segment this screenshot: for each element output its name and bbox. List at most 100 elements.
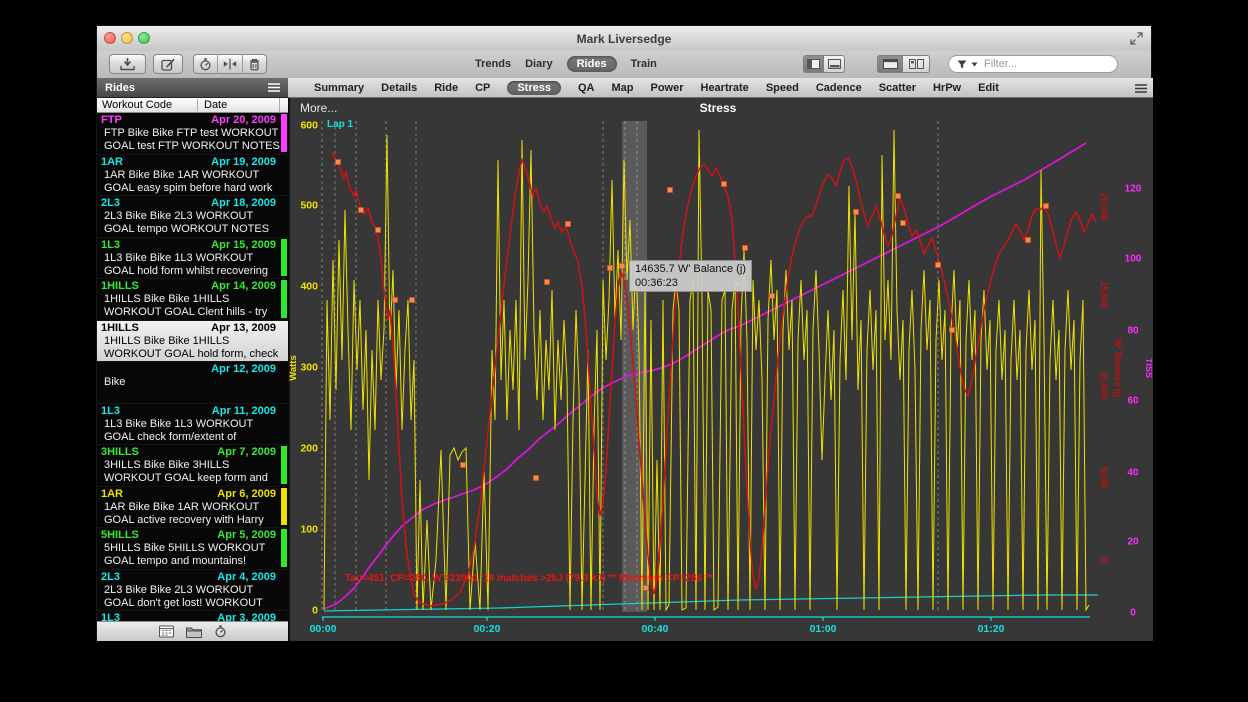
ride-workout-code: 5HILLS bbox=[101, 529, 139, 542]
chart-tab-summary[interactable]: Summary bbox=[314, 82, 364, 94]
fullscreen-icon[interactable] bbox=[1130, 32, 1143, 45]
ride-date: Apr 3, 2009 bbox=[217, 612, 276, 621]
column-workout-code[interactable]: Workout Code bbox=[97, 99, 197, 111]
ride-row[interactable]: FTP Apr 20, 2009FTP Bike Bike FTP test WO… bbox=[97, 113, 288, 155]
ride-row[interactable]: 1ARApr 6, 20091AR Bike Bike 1AR WORKOUT … bbox=[97, 487, 288, 529]
match-marker bbox=[545, 280, 550, 285]
ride-row[interactable]: 1L3Apr 15, 20091L3 Bike Bike 1L3 WORKOUT… bbox=[97, 238, 288, 280]
ride-row[interactable]: 5HILLSApr 5, 20095HILLS Bike 5HILLS WORK… bbox=[97, 528, 288, 570]
title-bar[interactable]: Mark Liversedge bbox=[97, 26, 1151, 51]
ride-workout-code: 1AR bbox=[101, 156, 123, 169]
single-chart-icon bbox=[883, 59, 898, 69]
ride-workout-code: FTP bbox=[101, 114, 122, 127]
chart-tab-edit[interactable]: Edit bbox=[978, 82, 999, 94]
match-marker bbox=[393, 298, 398, 303]
delete-ride-button[interactable] bbox=[243, 54, 266, 74]
match-marker bbox=[534, 476, 539, 481]
ride-description: 1AR Bike Bike 1AR WORKOUT GOAL easy spim… bbox=[101, 169, 280, 195]
tiled-view-button[interactable] bbox=[903, 55, 930, 73]
column-date[interactable]: Date bbox=[197, 99, 279, 111]
ride-description: FTP Bike Bike FTP test WORKOUT GOAL test… bbox=[101, 127, 280, 153]
match-marker bbox=[566, 222, 571, 227]
scope-tab-rides[interactable]: Rides bbox=[567, 56, 617, 72]
chart-tab-speed[interactable]: Speed bbox=[766, 82, 799, 94]
ride-row[interactable]: 1HILLSApr 14, 20091HILLS Bike Bike 1HILL… bbox=[97, 279, 288, 321]
tooltip-value: 14635.7 W' Balance (j) bbox=[635, 262, 746, 276]
wbal-tick-label: 10,000 bbox=[1099, 371, 1109, 399]
scope-tab-train[interactable]: Train bbox=[631, 58, 657, 70]
calendar-icon[interactable] bbox=[159, 625, 174, 638]
ride-row[interactable]: 2L3Apr 18, 20092L3 Bike Bike 2L3 WORKOUT… bbox=[97, 196, 288, 238]
tiss-tick-label: 100 bbox=[1125, 254, 1142, 265]
trash-icon bbox=[249, 58, 260, 71]
ride-date: Apr 13, 2009 bbox=[211, 322, 276, 335]
ride-row[interactable]: 2L3Apr 4, 20092L3 Bike Bike 2L3 WORKOUT … bbox=[97, 570, 288, 612]
chart-tab-qa[interactable]: QA bbox=[578, 82, 595, 94]
minimize-button[interactable] bbox=[121, 32, 133, 44]
ride-date: Apr 20, 2009 bbox=[211, 114, 276, 127]
toggle-lowbar-button[interactable] bbox=[824, 55, 845, 73]
ride-row[interactable]: 1L3Apr 11, 20091L3 Bike Bike 1L3 WORKOUT… bbox=[97, 404, 288, 446]
intervals-button[interactable] bbox=[194, 54, 218, 74]
tiled-charts-icon bbox=[909, 59, 924, 69]
stopwatch-small-icon[interactable] bbox=[214, 625, 227, 638]
scope-tab-diary[interactable]: Diary bbox=[525, 58, 553, 70]
match-marker bbox=[608, 266, 613, 271]
watts-tick-label: 500 bbox=[300, 200, 318, 212]
chart-menu-icon[interactable] bbox=[1135, 84, 1147, 93]
chart-tab-power[interactable]: Power bbox=[650, 82, 683, 94]
match-marker bbox=[376, 228, 381, 233]
chart-tab-hrpw[interactable]: HrPw bbox=[933, 82, 961, 94]
chart-tab-scatter[interactable]: Scatter bbox=[879, 82, 916, 94]
ride-date: Apr 14, 2009 bbox=[211, 280, 276, 293]
chart-tab-map[interactable]: Map bbox=[611, 82, 633, 94]
wbal-axis-title: W' Balance (j) bbox=[1113, 339, 1123, 398]
match-marker bbox=[770, 294, 775, 299]
chevron-down-icon[interactable] bbox=[971, 62, 978, 67]
ride-row[interactable]: Apr 12, 2009Bike bbox=[97, 362, 288, 404]
chart-tab-stress[interactable]: Stress bbox=[507, 81, 561, 95]
folder-icon[interactable] bbox=[186, 626, 202, 638]
selection-band bbox=[622, 121, 647, 612]
match-marker bbox=[410, 298, 415, 303]
ride-date: Apr 4, 2009 bbox=[217, 571, 276, 584]
ride-list-column-header[interactable]: Workout Code Date bbox=[97, 98, 288, 113]
ride-row[interactable]: 1AR Apr 19, 20091AR Bike Bike 1AR WORKOUT… bbox=[97, 155, 288, 197]
chart-tab-cadence[interactable]: Cadence bbox=[816, 82, 862, 94]
ride-description: 1L3 Bike Bike 1L3 WORKOUT GOAL check for… bbox=[101, 418, 280, 444]
chart-title: Stress bbox=[288, 101, 1148, 115]
chart-tab-details[interactable]: Details bbox=[381, 82, 417, 94]
toggle-sidebar-button[interactable] bbox=[803, 55, 824, 73]
chart-tooltip: 14635.7 W' Balance (j) 00:36:23 bbox=[629, 260, 752, 292]
x-axis-tick-label: 00:20 bbox=[474, 623, 501, 635]
zoom-button[interactable] bbox=[138, 32, 150, 44]
filter-input[interactable] bbox=[982, 57, 1096, 71]
stress-plot[interactable]: 00:0000:2000:4001:0001:20600500400300200… bbox=[287, 97, 1152, 641]
ride-row[interactable]: 1HILLSApr 13, 20091HILLS Bike Bike 1HILL… bbox=[97, 321, 288, 363]
sidebar-title: Rides bbox=[105, 82, 135, 94]
split-ride-button[interactable] bbox=[218, 54, 242, 74]
chart-tab-heartrate[interactable]: Heartrate bbox=[701, 82, 749, 94]
ride-date: Apr 19, 2009 bbox=[211, 156, 276, 169]
ride-row[interactable]: 3HILLSApr 7, 20093HILLS Bike Bike 3HILLS… bbox=[97, 445, 288, 487]
wbal-tick-label: 20,000 bbox=[1099, 193, 1109, 221]
ride-workout-code: 1AR bbox=[101, 488, 123, 501]
chart-tab-cp[interactable]: CP bbox=[475, 82, 490, 94]
window-title: Mark Liversedge bbox=[97, 32, 1151, 46]
tabbed-view-button[interactable] bbox=[877, 55, 903, 73]
funnel-icon[interactable] bbox=[957, 60, 967, 69]
sidebar-panel-icon bbox=[807, 59, 820, 69]
scope-tab-trends[interactable]: Trends bbox=[475, 58, 511, 70]
manual-entry-button[interactable] bbox=[153, 54, 183, 74]
close-button[interactable] bbox=[104, 32, 116, 44]
filter-box bbox=[948, 55, 1118, 73]
ride-workout-code: 2L3 bbox=[101, 571, 120, 584]
chart-tab-ride[interactable]: Ride bbox=[434, 82, 458, 94]
sidebar-menu-icon[interactable] bbox=[268, 83, 280, 92]
import-ride-button[interactable] bbox=[109, 54, 146, 74]
ride-description: 3HILLS Bike Bike 3HILLS WORKOUT GOAL kee… bbox=[101, 459, 280, 485]
ride-row[interactable]: 1L3Apr 3, 2009 bbox=[97, 611, 288, 621]
match-marker bbox=[359, 208, 364, 213]
ride-description: 5HILLS Bike 5HILLS WORKOUT GOAL tempo an… bbox=[101, 542, 280, 568]
bottom-panel-icon bbox=[828, 59, 841, 69]
